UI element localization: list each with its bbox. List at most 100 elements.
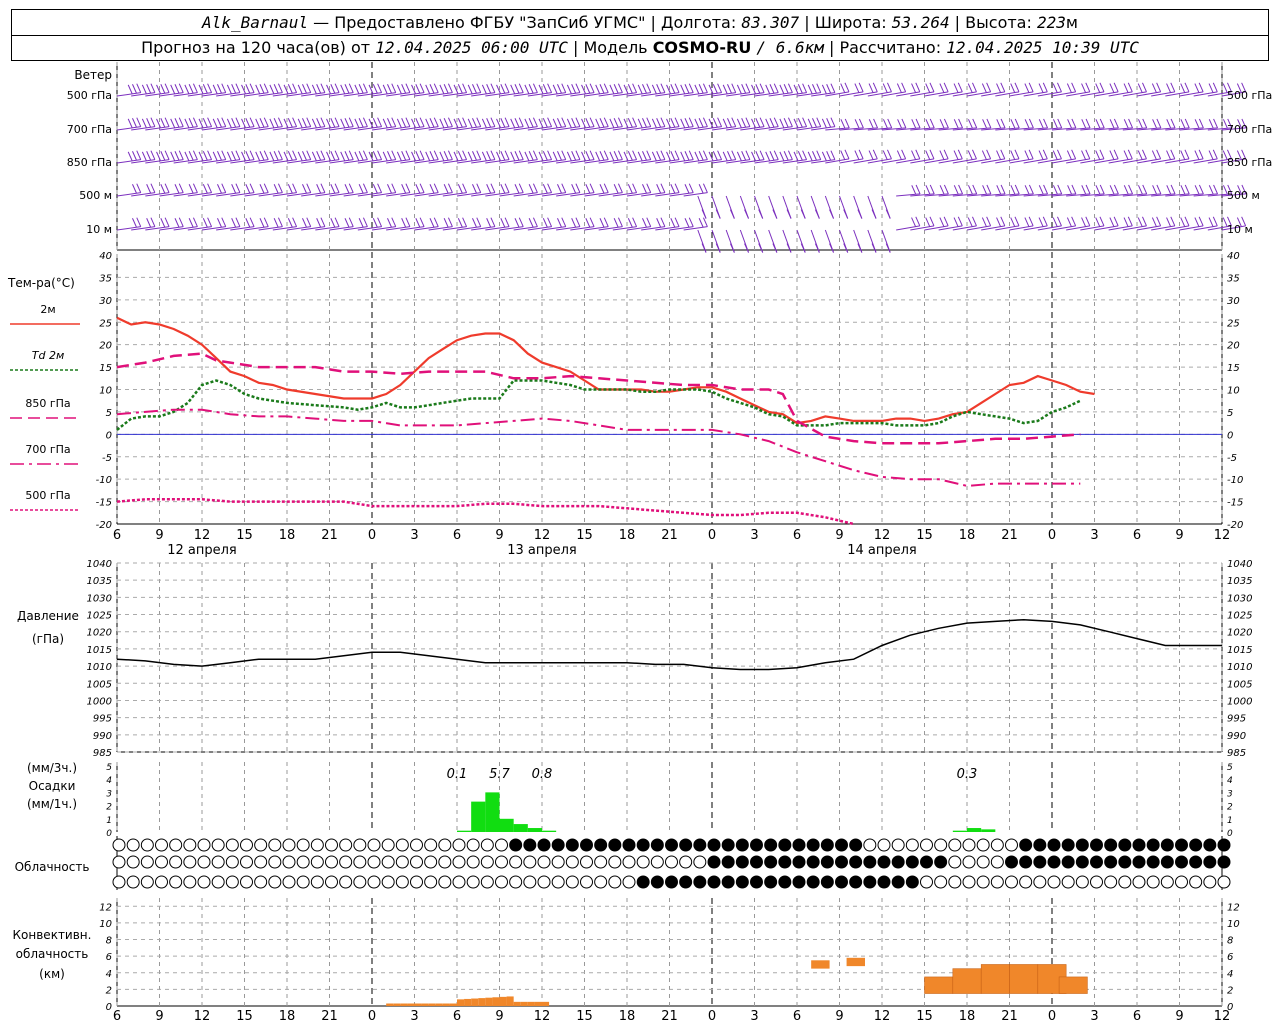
wind-barb-feather [472, 118, 477, 128]
wind-barb-feather [1066, 83, 1072, 93]
conv-tick-label: 2 [106, 985, 112, 996]
cloud-cover-symbol [254, 838, 268, 852]
wind-barb-feather [755, 151, 761, 161]
cloud-cover-symbol [112, 875, 126, 889]
cloud-cover-symbol [509, 838, 523, 852]
wind-barb-feather [887, 149, 892, 160]
wind-barb-feather [986, 82, 992, 93]
wind-barb-feather [354, 118, 360, 129]
wind-level-label: 10 м [86, 223, 112, 236]
hour-tick-label: 6 [453, 528, 461, 543]
wind-barb-feather [1142, 82, 1147, 93]
wind-barb-feather [943, 184, 949, 195]
cloud-cover-symbol [721, 855, 735, 869]
wind-barb-feather [561, 117, 567, 127]
cloud-cover-symbol [608, 855, 622, 869]
temp-tick-label: 15 [99, 363, 112, 374]
cloud-cover-symbol [792, 875, 806, 889]
cloud-cover-symbol [948, 838, 962, 852]
pressure-tick-label: 1025 [1227, 611, 1252, 622]
conv-cloud-bar [442, 1003, 450, 1006]
wind-barb-feather [320, 83, 326, 93]
cloud-cover-symbol [551, 855, 565, 869]
wind-barb-feather [575, 150, 581, 160]
wind-barb-feather [1000, 216, 1006, 227]
wind-barb-feather [1038, 185, 1044, 195]
hour-tick-label: 0 [1048, 1009, 1056, 1024]
cloud-cover-symbol [990, 838, 1004, 852]
wind-barb-feather [802, 150, 808, 160]
wind-barb-feather [844, 149, 850, 160]
cloud-cover-symbol [1104, 875, 1118, 889]
wind-barb-feather [1142, 149, 1147, 160]
cloud-cover-symbol [565, 855, 579, 869]
conv-cloud-bar [457, 999, 465, 1006]
wind-barb-feather [429, 118, 435, 128]
wind-barb-feather [872, 82, 878, 93]
cloud-cover-symbol [1047, 838, 1061, 852]
wind-barb-feather [868, 83, 874, 93]
cloud-cover-symbol [523, 838, 537, 852]
wind-barb-feather [684, 184, 690, 194]
cloud-cover-symbol [1075, 838, 1089, 852]
wind-barb-feather [486, 218, 492, 228]
cloud-cover-symbol [480, 838, 494, 852]
hour-tick-label: 15 [576, 528, 593, 543]
wind-barb-feather [736, 84, 742, 95]
wind-barb-feather [925, 217, 931, 227]
precip-amount-label: 0.3 [957, 767, 978, 782]
cloud-cover-symbol [608, 838, 622, 852]
cloud-cover-symbol [1047, 855, 1061, 869]
precip-bar [967, 828, 982, 832]
precip-tick-label: 4 [106, 776, 112, 786]
wind-barb-feather [814, 209, 820, 219]
pressure-tick-label: 1040 [1227, 559, 1252, 570]
cloud-cover-symbol [735, 855, 749, 869]
wind-level-label: 500 м [79, 189, 112, 202]
wind-barb-feather [807, 151, 813, 162]
wind-barb-feather [311, 151, 317, 162]
wind-barb-feather [939, 83, 945, 93]
wind-barb-feather [698, 151, 704, 161]
cloud-cover-symbol [225, 838, 239, 852]
wind-barb-feather [528, 84, 534, 94]
wind-barb-feather [146, 184, 152, 194]
wind-barb-feather [1113, 82, 1119, 93]
wind-barb-feather [467, 84, 473, 95]
wind-barb-feather [758, 209, 764, 219]
wind-barb-feather [249, 83, 255, 93]
precip-amount-label: 0.8 [532, 767, 553, 782]
temp-tick-label: -10 [1227, 475, 1243, 486]
wind-barb-feather [150, 183, 156, 193]
wind-barb-feather [1152, 119, 1158, 129]
wind-barb-feather [1066, 217, 1072, 227]
pressure-tick-label: 1030 [1227, 593, 1252, 604]
wind-barb-feather [221, 150, 227, 160]
wind-barb-feather [1184, 82, 1190, 93]
wind-barb-feather [646, 217, 652, 227]
wind-barb-feather [1057, 184, 1063, 195]
cloud-cover-symbol [282, 855, 296, 869]
temp-tick-label: 30 [99, 296, 112, 307]
wind-barb-feather [188, 218, 194, 228]
wind-barb-feather [447, 217, 453, 227]
wind-barb-feather [660, 183, 666, 193]
wind-barb-feather [702, 183, 708, 193]
cloud-cover-symbol [438, 875, 452, 889]
wind-barb-feather [429, 84, 435, 94]
cloud-cover-symbol [395, 875, 409, 889]
temp-tick-label: 25 [99, 318, 112, 329]
conv-cloud-bar [400, 1003, 408, 1006]
precip-title: Осадки [29, 779, 76, 793]
wind-barb-feather [843, 243, 849, 253]
cloud-cover-symbol [1160, 838, 1174, 852]
wind-barb-feather [613, 118, 619, 128]
cloud-cover-symbol [764, 838, 778, 852]
wind-barb-feather [330, 218, 336, 228]
wind-barb-feather [433, 117, 439, 127]
wind-barb-feather [249, 217, 255, 227]
wind-barb-feather [986, 149, 992, 160]
wind-barb-feather [188, 118, 194, 128]
wind-barb-feather [150, 217, 156, 227]
wind-barb-feather [953, 119, 959, 129]
